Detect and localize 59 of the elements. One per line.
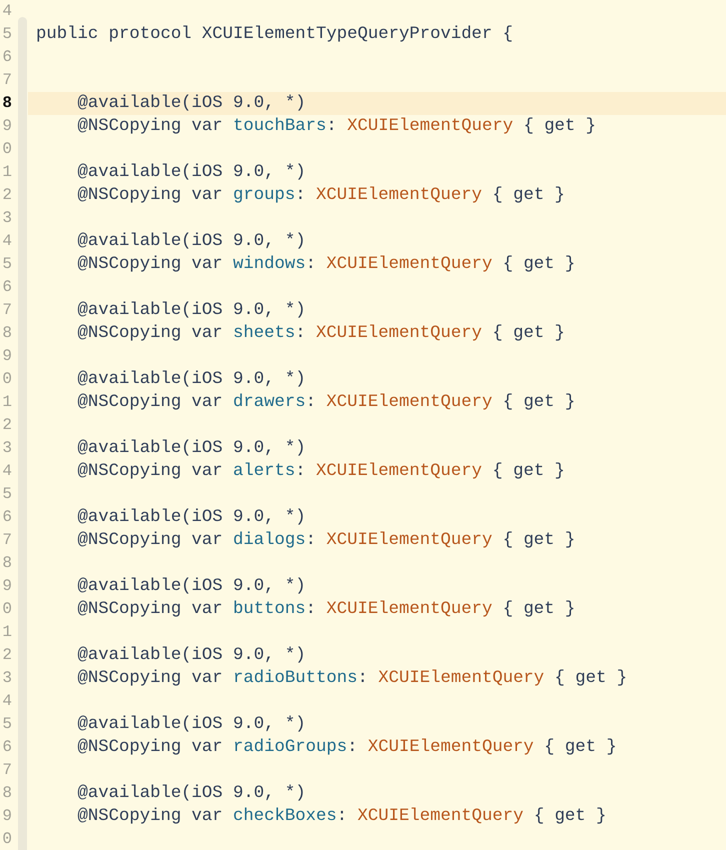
- line-number: 3: [1, 668, 12, 689]
- code-line: @NSCopying var checkBoxes: XCUIElementQuery { get }: [76, 806, 608, 828]
- line-number: 4: [1, 691, 12, 712]
- code-line: @available(iOS 9.0, *): [76, 438, 307, 460]
- line-number: 1: [1, 392, 12, 413]
- line-number: 0: [1, 139, 12, 160]
- line-number: 5: [1, 254, 12, 275]
- line-number: 6: [1, 737, 12, 758]
- code-line: @available(iOS 9.0, *): [76, 231, 307, 253]
- line-number: 6: [1, 507, 12, 528]
- line-number: 2: [1, 185, 12, 206]
- code-line: @available(iOS 9.0, *): [76, 714, 307, 736]
- code-line: @NSCopying var buttons: XCUIElementQuery { get }: [76, 599, 576, 621]
- line-number: 7: [1, 760, 12, 781]
- code-line: @NSCopying var sheets: XCUIElementQuery { get }: [76, 323, 566, 345]
- code-line: @available(iOS 9.0, *): [76, 507, 307, 529]
- code-line: @available(iOS 9.0, *): [76, 162, 307, 184]
- line-number: 6: [1, 47, 12, 68]
- line-number: 7: [1, 300, 12, 321]
- code-line: @available(iOS 9.0, *): [76, 783, 307, 805]
- code-line: @NSCopying var touchBars: XCUIElementQuery { get }: [76, 116, 598, 138]
- line-number: 6: [1, 277, 12, 298]
- line-number: 8: [1, 553, 12, 574]
- line-number: 9: [1, 576, 12, 597]
- code-line: @NSCopying var radioGroups: XCUIElementQuery { get }: [76, 737, 618, 759]
- line-number: 9: [1, 116, 12, 137]
- line-number: 8: [1, 93, 12, 114]
- line-number: 0: [1, 829, 12, 850]
- line-number: 5: [1, 24, 12, 45]
- line-number: 3: [1, 208, 12, 229]
- code-line: public protocol XCUIElementTypeQueryProvider {: [35, 24, 514, 46]
- line-number: 8: [1, 323, 12, 344]
- line-number: 4: [1, 231, 12, 252]
- line-number: 3: [1, 438, 12, 459]
- line-number: 7: [1, 70, 12, 91]
- line-number: 2: [1, 415, 12, 436]
- line-number: 0: [1, 369, 12, 390]
- line-number: 4: [1, 461, 12, 482]
- code-line: @available(iOS 9.0, *): [76, 576, 307, 598]
- code-line: @available(iOS 9.0, *): [76, 645, 307, 667]
- line-number: 4: [1, 1, 12, 22]
- line-number: 0: [1, 599, 12, 620]
- code-line: @NSCopying var alerts: XCUIElementQuery { get }: [76, 461, 566, 483]
- code-line: @available(iOS 9.0, *): [76, 300, 307, 322]
- line-number: 1: [1, 622, 12, 643]
- line-number: 9: [1, 806, 12, 827]
- line-number: 2: [1, 645, 12, 666]
- line-number: 5: [1, 714, 12, 735]
- line-number: 1: [1, 162, 12, 183]
- line-number: 5: [1, 484, 12, 505]
- line-number: 8: [1, 783, 12, 804]
- code-line: @NSCopying var radioButtons: XCUIElementQuery { get }: [76, 668, 628, 690]
- code-line: @NSCopying var groups: XCUIElementQuery { get }: [76, 185, 566, 207]
- code-line: @NSCopying var drawers: XCUIElementQuery { get }: [76, 392, 576, 414]
- line-number: 7: [1, 530, 12, 551]
- code-line: @available(iOS 9.0, *): [76, 369, 307, 391]
- line-number: 9: [1, 346, 12, 367]
- code-line: @NSCopying var dialogs: XCUIElementQuery { get }: [76, 530, 576, 552]
- code-line: @NSCopying var windows: XCUIElementQuery { get }: [76, 254, 576, 276]
